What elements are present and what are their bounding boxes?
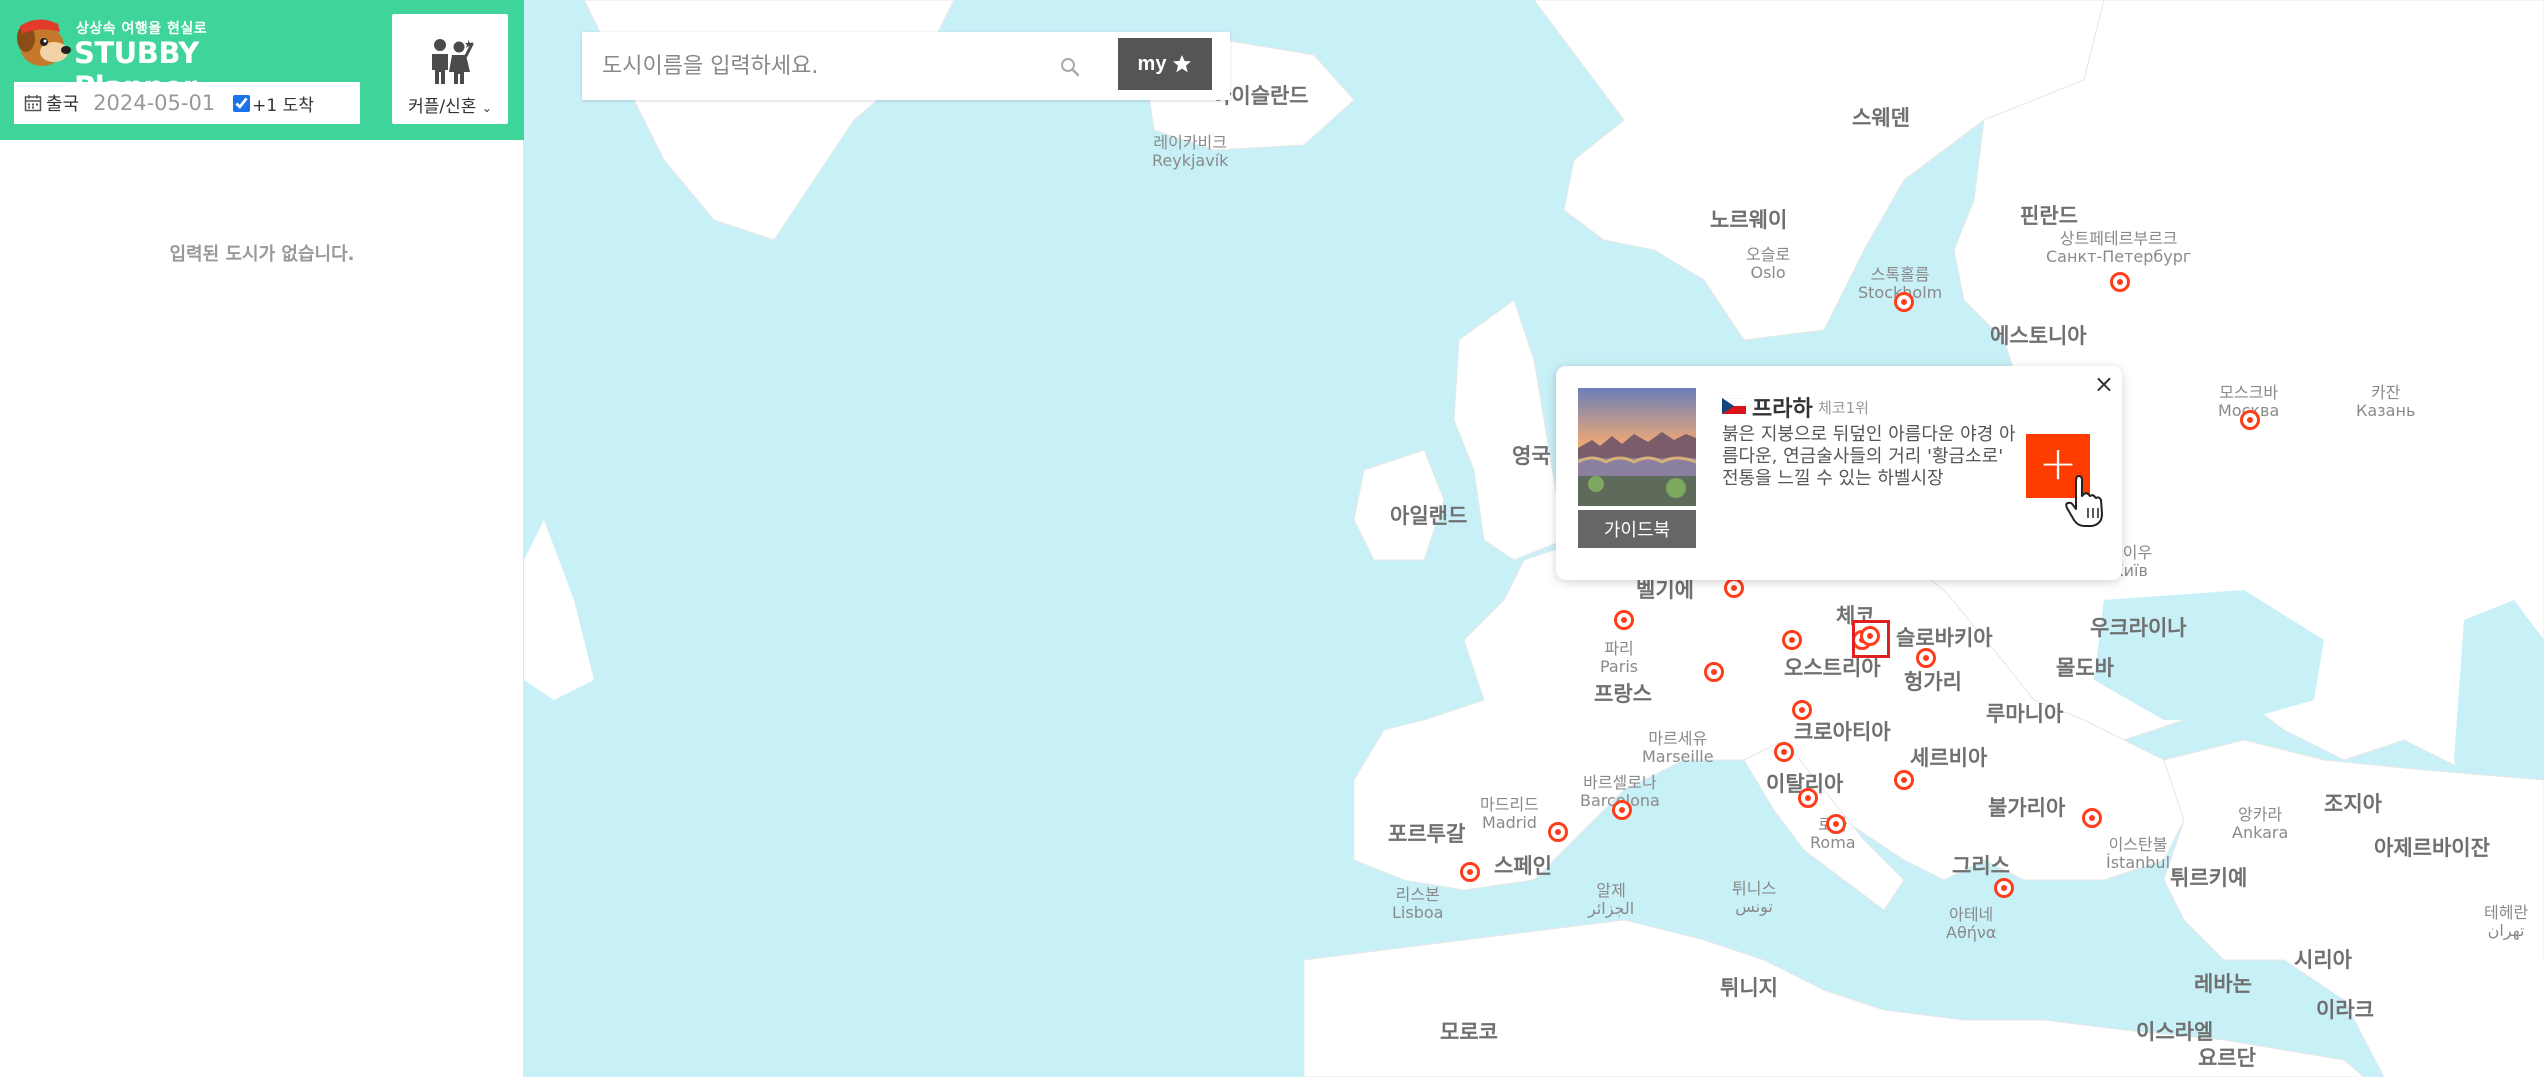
close-icon[interactable]: × [2094,372,2114,396]
search-bar: my [582,32,1230,100]
country-label: 영국 [1512,444,1551,468]
city-marker[interactable] [1894,770,1914,790]
city-marker[interactable] [1894,292,1914,312]
country-label: 노르웨이 [1710,208,1788,232]
country-label: 그리스 [1952,854,2010,878]
country-label: 튀니지 [1720,976,1778,1000]
country-label: 이라크 [2316,998,2374,1022]
city-label: 레이카비크 Reykjavík [1152,133,1229,170]
my-label: my [1137,52,1167,75]
city-marker[interactable] [2240,410,2260,430]
star-icon [1173,55,1192,73]
dog-mascot-icon [17,19,71,66]
city-popup: × 가이드북 프라하 체코1위 붉은 지붕으로 뒤덮인 아름다운 야경 아름다운… [1556,366,2122,580]
country-label: 크로아티아 [1794,720,1891,744]
country-label: 스웨덴 [1852,106,1910,130]
city-marker[interactable] [1782,630,1802,650]
empty-city-list-message: 입력된 도시가 없습니다. [169,244,355,265]
city-marker[interactable] [1724,578,1744,598]
popup-description: 붉은 지붕으로 뒤덮인 아름다운 야경 아름다운, 연금술사들의 거리 '황금소… [1722,424,2016,489]
city-label: 오슬로 Oslo [1746,245,1791,282]
city-marker[interactable] [1916,648,1936,668]
selected-city-highlight [1852,620,1890,658]
country-label: 레바논 [2194,972,2252,996]
city-marker[interactable] [1548,822,1568,842]
trip-type-selector[interactable]: 커플/신혼 ⌄ [392,14,508,124]
city-marker[interactable] [1792,700,1812,720]
city-marker[interactable] [1614,610,1634,630]
city-marker[interactable] [1704,662,1724,682]
city-marker[interactable] [2082,808,2102,828]
city-label: 아테네 Αθήνα [1946,905,1997,942]
country-label: 루마니아 [1986,702,2064,726]
country-label: 시리아 [2294,948,2352,972]
country-label: 우크라이나 [2090,616,2187,640]
country-label: 슬로바키아 [1896,626,1993,650]
city-label: 리스본 Lisboa [1392,885,1444,922]
logo[interactable]: 상상속 여행을 현실로 STUBBY Planner [14,14,294,104]
city-marker[interactable] [1774,742,1794,762]
city-label: 앙카라 Ankara [2232,805,2289,842]
city-label: 카잔 Казань [2356,383,2416,420]
calendar-icon [24,95,42,112]
country-label: 에스토니아 [1990,324,2087,348]
map-geography [524,0,2544,1077]
country-label: 아제르바이잔 [2374,836,2490,860]
map[interactable]: 아이슬란드 스웨덴 노르웨이 핀란드 에스토니아 영국 아일랜드 벨기에 체코 … [524,0,2544,1077]
popup-city-rank: 체코1위 [1818,399,1869,417]
depart-date[interactable]: 2024-05-01 [93,91,215,115]
czech-flag-icon [1722,398,1746,414]
couple-icon [432,39,474,84]
country-label: 세르비아 [1910,746,1988,770]
app: 아이슬란드 스웨덴 노르웨이 핀란드 에스토니아 영국 아일랜드 벨기에 체코 … [0,0,2544,1077]
date-selector[interactable]: 출국 2024-05-01 +1 도착 [14,82,360,124]
city-label: 테헤란 تهران [2484,903,2529,940]
chevron-down-icon: ⌄ [481,101,492,115]
country-label: 스페인 [1494,854,1552,878]
country-label: 요르단 [2198,1046,2256,1070]
city-marker[interactable] [1460,862,1480,882]
country-label: 핀란드 [2020,204,2078,228]
country-label: 튀르키예 [2170,866,2248,890]
popup-city-name: 프라하 [1752,397,1813,422]
city-marker[interactable] [1612,800,1632,820]
guidebook-button[interactable]: 가이드북 [1578,510,1696,548]
city-marker[interactable] [2110,272,2130,292]
depart-label: 출국 [46,94,80,115]
city-label: 마드리드 Madrid [1480,795,1539,832]
city-marker[interactable] [1826,814,1846,834]
popup-arrow [1822,578,1850,592]
country-label: 헝가리 [1904,670,1962,694]
trip-type-label: 커플/신혼 ⌄ [408,97,492,117]
city-marker[interactable] [1798,788,1818,808]
city-label: 알제 الجزائر [1588,881,1635,918]
country-label: 아일랜드 [1390,504,1468,528]
logo-tagline: 상상속 여행을 현실로 [76,21,208,37]
country-label: 몰도바 [2056,656,2114,680]
search-input[interactable] [582,32,1112,100]
arrive-label: +1 도착 [252,95,314,116]
city-label: 이스탄불 İstanbul [2106,835,2171,872]
city-marker[interactable] [1994,878,2014,898]
city-label: 마르세유 Marseille [1642,729,1714,766]
city-label: 파리 Paris [1600,639,1639,676]
hand-cursor-icon [2065,475,2103,527]
country-label: 불가리아 [1988,796,2066,820]
city-label: 상트페테르부르크 Санкт-Петербург [2046,229,2192,266]
country-label: 포르투갈 [1388,822,1466,846]
sidebar: 상상속 여행을 현실로 STUBBY Planner 출국 2024-05-01 [0,0,524,1077]
country-label: 조지아 [2324,792,2382,816]
country-label: 프랑스 [1594,682,1652,706]
my-favorites-button[interactable]: my [1118,38,1212,90]
country-label: 모로코 [1440,1020,1498,1044]
city-label: 튀니스 تونس [1732,879,1777,916]
arrive-next-day-checkbox[interactable] [233,94,251,112]
search-icon[interactable] [1060,57,1080,77]
sidebar-header: 상상속 여행을 현실로 STUBBY Planner 출국 2024-05-01 [0,0,524,140]
city-photo [1578,388,1696,506]
